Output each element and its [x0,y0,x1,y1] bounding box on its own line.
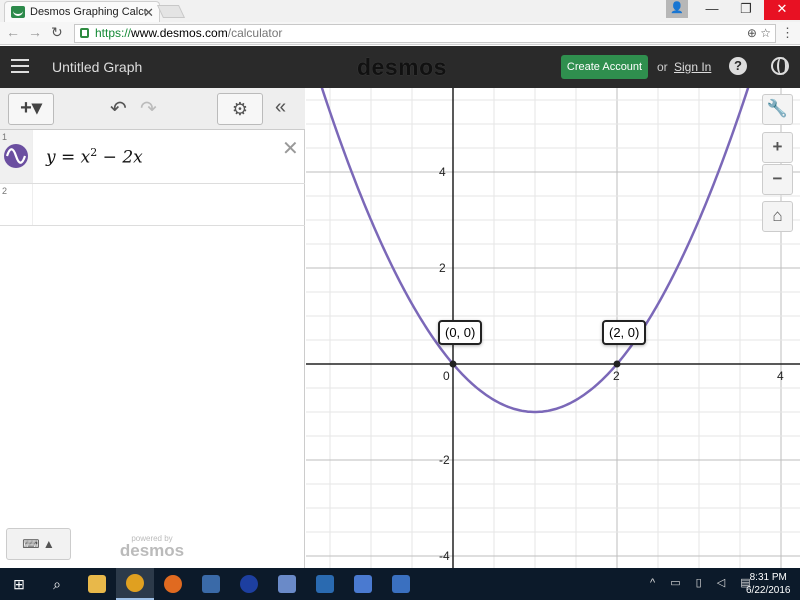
graph-canvas[interactable]: 0 2 4 4 2 -2 -4 [306,88,800,568]
point-marker [449,360,457,368]
tab-title: Desmos Graphing Calcula [30,6,146,18]
y-tick-label: 2 [439,261,446,275]
user-profile-icon[interactable]: 👤 [666,0,688,18]
minimize-button[interactable]: — [696,0,728,20]
taskbar-clock[interactable]: 8:31 PM 6/22/2016 [746,571,791,597]
graph-title[interactable]: Untitled Graph [52,59,142,75]
or-text: or [657,60,668,74]
expression-index: 1 [0,130,33,183]
browser-tab-strip: Desmos Graphing Calcula ✕ 👤 — ❐ ✕ [0,0,800,22]
x-tick-label: 2 [613,369,620,383]
expression-row[interactable]: 2 [0,184,305,226]
expression-toolbar: +▾ ↶ ↷ ⚙ « [0,88,305,130]
tab-close-icon[interactable]: ✕ [143,5,154,21]
help-icon[interactable]: ? [729,57,747,75]
desmos-favicon-icon [11,6,25,18]
windows-start-icon[interactable]: ⊞ [0,568,38,600]
undo-icon[interactable]: ↶ [110,96,127,121]
add-item-button[interactable]: +▾ [8,93,54,125]
zoom-out-button[interactable]: − [762,164,793,195]
expression-index: 2 [0,184,33,225]
app-icon[interactable] [268,568,306,600]
graph-paper[interactable]: 0 2 4 4 2 -2 -4 [306,88,800,568]
x-tick-label: 0 [443,369,450,383]
expression-math[interactable]: y = x2 − 2x [46,146,143,168]
app-icon[interactable] [230,568,268,600]
bookmark-star-icon[interactable]: ☆ [760,26,771,40]
collapse-panel-icon[interactable]: « [275,96,286,119]
chrome-icon[interactable] [116,568,154,600]
desmos-logo: desmos [357,54,447,80]
create-account-button[interactable]: Create Account [561,55,648,79]
app-icon[interactable] [344,568,382,600]
url-path: /calculator [227,26,283,40]
settings-gear-icon[interactable]: ⚙ [217,93,263,125]
search-icon[interactable]: ⌕ [38,568,76,600]
point-label[interactable]: (2, 0) [602,320,647,345]
url-input[interactable]: https://www.desmos.com/calculator ⊕ ☆ [74,24,776,43]
point-marker [613,360,621,368]
hamburger-menu-icon[interactable] [11,59,29,73]
app-icon[interactable] [306,568,344,600]
system-tray-icons[interactable]: ^ ▭ ▯ ◁ ▤ [650,576,757,589]
browser-tab[interactable]: Desmos Graphing Calcula ✕ [4,1,160,22]
window-close-button[interactable]: ✕ [764,0,800,20]
app-icon[interactable] [382,568,420,600]
restore-button[interactable]: ❐ [730,0,762,20]
graph-toggle-icon[interactable] [4,144,28,168]
graph-settings-wrench-icon[interactable]: 🔧 [762,94,793,125]
chrome-menu-icon[interactable]: ⋮ [781,25,794,41]
sign-in-link[interactable]: Sign In [674,60,711,74]
powered-by-desmos: powered by desmos [119,534,185,560]
url-host: www.desmos.com [131,26,228,40]
url-scheme: https:// [95,26,132,40]
home-view-icon[interactable]: ⌂ [762,201,793,232]
forward-icon[interactable]: → [28,24,42,40]
y-tick-label: -4 [439,549,450,563]
zoom-in-button[interactable]: + [762,132,793,163]
firefox-icon[interactable] [154,568,192,600]
app-icon[interactable] [192,568,230,600]
keypad-toggle-button[interactable]: ⌨ ▲ [6,528,71,560]
language-globe-icon[interactable] [771,57,789,75]
point-label[interactable]: (0, 0) [438,320,483,345]
expression-panel: +▾ ↶ ↷ ⚙ « 1 y = x2 − 2x ✕ 2 ⌨ ▲ powered… [0,88,305,568]
lock-icon [80,28,89,38]
delete-expression-icon[interactable]: ✕ [282,136,299,161]
desmos-header: Untitled Graph desmos Create Account or … [0,46,800,88]
back-icon[interactable]: ← [6,24,20,40]
reload-icon[interactable]: ↻ [51,24,63,41]
redo-icon[interactable]: ↷ [140,96,157,121]
file-explorer-icon[interactable] [78,568,116,600]
y-tick-label: 4 [439,165,446,179]
windows-taskbar: ⊞ ⌕ ^ ▭ ▯ ◁ ▤ 8:31 PM 6/22/2016 [0,568,800,600]
zoom-icon[interactable]: ⊕ [747,26,757,40]
address-bar: ← → ↻ https://www.desmos.com/calculator … [0,22,800,45]
x-tick-label: 4 [777,369,784,383]
y-tick-label: -2 [439,453,450,467]
new-tab-button[interactable] [156,5,186,18]
expression-row[interactable]: 1 y = x2 − 2x ✕ [0,130,305,184]
